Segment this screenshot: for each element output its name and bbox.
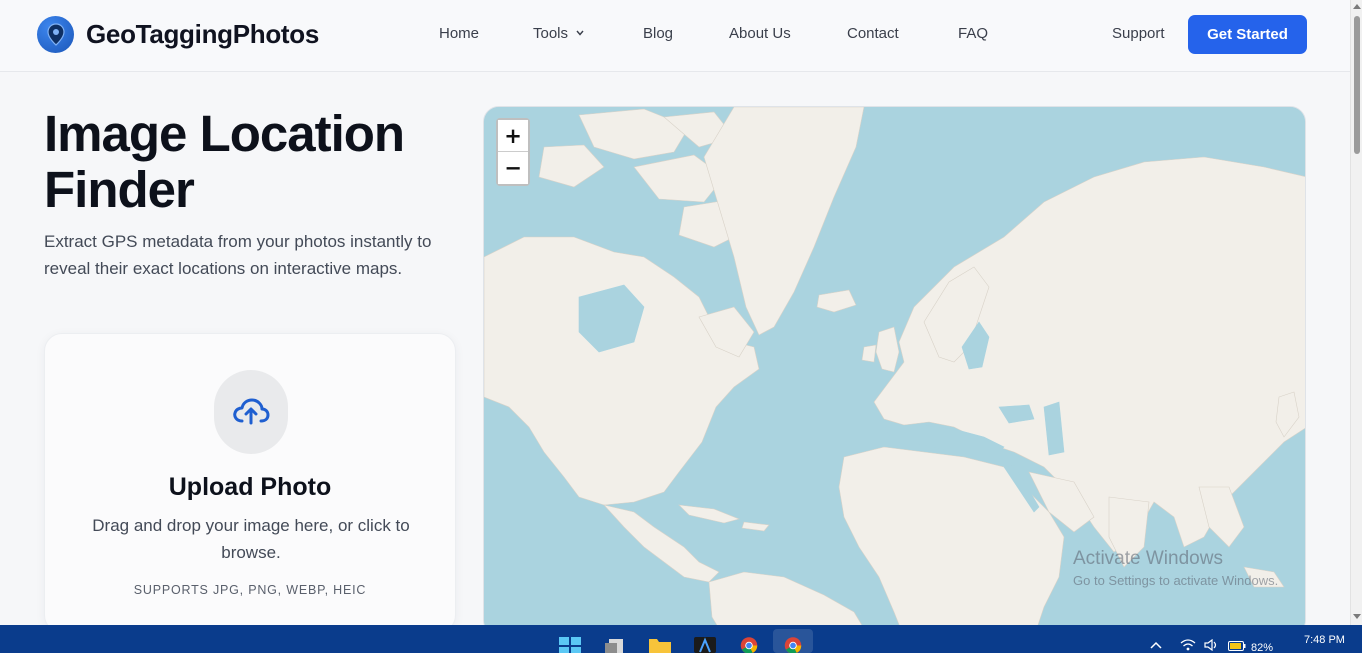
windows-start-icon[interactable] bbox=[559, 635, 583, 653]
upload-title: Upload Photo bbox=[168, 473, 332, 501]
chevron-down-icon bbox=[576, 28, 584, 39]
tray-chevron-up-icon[interactable] bbox=[1150, 640, 1162, 652]
chrome-icon[interactable] bbox=[737, 635, 761, 653]
scroll-down-arrow-icon[interactable] bbox=[1353, 614, 1361, 619]
battery-percent: 82% bbox=[1251, 642, 1274, 653]
battery-icon[interactable] bbox=[1228, 641, 1246, 653]
clock-time[interactable]: 7:48 PM bbox=[1304, 634, 1345, 646]
site-header: GeoTaggingPhotos Home Tools Blog About U… bbox=[0, 0, 1350, 72]
upload-dropzone[interactable]: Upload Photo Drag and drop your image he… bbox=[44, 333, 456, 633]
nav-tools-label: Tools bbox=[533, 25, 569, 42]
supported-formats: SUPPORTS JPG, PNG, WEBP, HEIC bbox=[133, 583, 367, 597]
page-subtitle: Extract GPS metadata from your photos in… bbox=[44, 232, 432, 278]
activate-windows-watermark: Activate Windows Go to Settings to activ… bbox=[1073, 548, 1278, 588]
windows-taskbar: 82% 7:48 PM bbox=[0, 625, 1362, 653]
upload-description: Drag and drop your image here, or click … bbox=[92, 516, 410, 562]
wifi-icon[interactable] bbox=[1180, 639, 1196, 653]
chrome-profile-icon[interactable] bbox=[781, 635, 805, 653]
get-started-button[interactable]: Get Started bbox=[1188, 15, 1307, 54]
map-pin-logo-icon bbox=[37, 16, 74, 53]
nav-about[interactable]: About Us bbox=[729, 25, 791, 42]
file-explorer-icon[interactable] bbox=[648, 635, 672, 653]
page-title-line2: Finder bbox=[44, 161, 195, 218]
zoom-out-button[interactable]: − bbox=[498, 152, 528, 184]
nav-contact[interactable]: Contact bbox=[847, 25, 899, 42]
watermark-subtitle: Go to Settings to activate Windows. bbox=[1073, 573, 1279, 588]
page-title: Image Location Finder bbox=[44, 106, 464, 218]
zoom-control: + − bbox=[496, 118, 530, 186]
nav-faq[interactable]: FAQ bbox=[958, 25, 988, 42]
scroll-thumb[interactable] bbox=[1354, 16, 1360, 154]
cloud-upload-icon bbox=[233, 398, 270, 425]
upload-icon-circle bbox=[214, 370, 288, 454]
scroll-up-arrow-icon[interactable] bbox=[1353, 4, 1361, 9]
nav-blog[interactable]: Blog bbox=[643, 25, 673, 42]
nav-tools[interactable]: Tools bbox=[533, 25, 584, 42]
watermark-title: Activate Windows bbox=[1073, 548, 1223, 569]
volume-icon[interactable] bbox=[1204, 638, 1220, 653]
page-title-line1: Image Location bbox=[44, 105, 405, 162]
brand[interactable]: GeoTaggingPhotos bbox=[37, 16, 319, 53]
zoom-in-button[interactable]: + bbox=[498, 120, 528, 152]
page-scrollbar[interactable] bbox=[1350, 0, 1362, 625]
app-launcher-icon[interactable] bbox=[693, 635, 717, 653]
nav-home[interactable]: Home bbox=[439, 25, 479, 42]
brand-name: GeoTaggingPhotos bbox=[86, 19, 320, 49]
support-link[interactable]: Support bbox=[1112, 25, 1165, 42]
task-view-icon[interactable] bbox=[603, 635, 627, 653]
